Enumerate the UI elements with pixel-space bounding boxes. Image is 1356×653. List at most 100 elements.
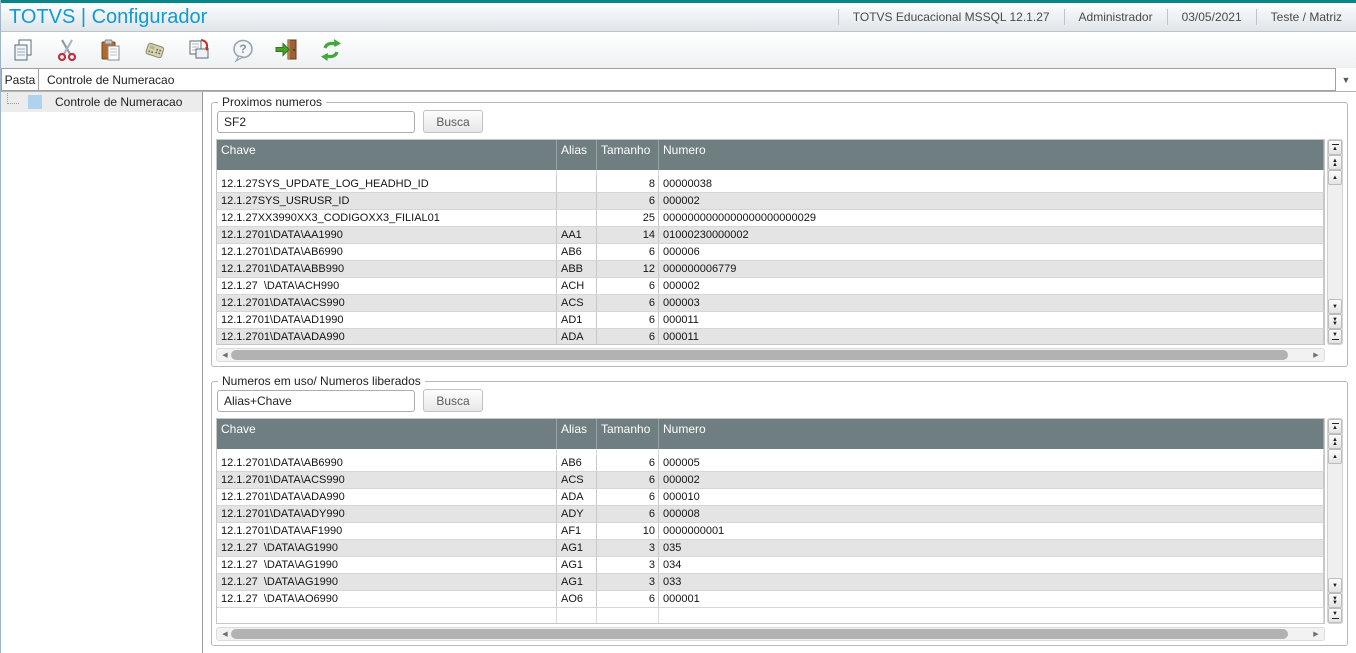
table-row[interactable]: 12.1.2701\DATA\AA1990 AA1 14 01000230000002 bbox=[217, 227, 1324, 244]
column-header-chave[interactable]: Chave bbox=[217, 140, 557, 170]
search-input[interactable] bbox=[217, 110, 415, 133]
scroll-to-bottom-button[interactable]: ▼ bbox=[1328, 329, 1342, 344]
scroll-page-up-button[interactable]: ▲ ▲ bbox=[1328, 434, 1342, 449]
scroll-page-down-button[interactable]: ▼ ▼ bbox=[1328, 593, 1342, 608]
table-row[interactable]: 12.1.2701\DATA\ADY990 ADY 6 000008 bbox=[217, 506, 1324, 523]
table-row[interactable]: 12.1.2701\DATA\AD1990 AD1 6 000011 bbox=[217, 312, 1324, 329]
cell-alias: ABB bbox=[557, 261, 597, 277]
cell-tamanho: 6 bbox=[597, 591, 659, 607]
arrow-up-icon: ▲ bbox=[1332, 425, 1338, 431]
scroll-page-down-button[interactable]: ▼ ▼ bbox=[1328, 314, 1342, 329]
vertical-scrollbar[interactable]: ▲ ▲ ▲ ▲ ▼ ▼ ▼ ▼ bbox=[1327, 418, 1343, 624]
vertical-scrollbar[interactable]: ▲ ▲ ▲ ▲ ▼ ▼ ▼ ▼ bbox=[1327, 139, 1343, 345]
exit-button[interactable] bbox=[273, 35, 301, 65]
hscroll-thumb[interactable] bbox=[231, 629, 1289, 639]
calculator-button[interactable] bbox=[141, 35, 169, 65]
hscroll-track[interactable] bbox=[231, 629, 1310, 639]
hscroll-thumb[interactable] bbox=[231, 350, 1289, 360]
table-row[interactable]: 12.1.2701\DATA\ACS990 ACS 6 000002 bbox=[217, 472, 1324, 489]
refresh-icon bbox=[321, 39, 341, 61]
cell-alias: AD1 bbox=[557, 312, 597, 328]
cut-icon bbox=[57, 39, 77, 62]
table-row[interactable]: 12.1.2701\DATA\AF1990 AF1 10 0000000001 bbox=[217, 523, 1324, 540]
print-copies-button[interactable] bbox=[185, 35, 213, 65]
arrow-left-icon[interactable]: ◀ bbox=[219, 351, 231, 359]
search-input[interactable] bbox=[217, 389, 415, 412]
cut-button[interactable] bbox=[53, 35, 81, 65]
busca-button[interactable]: Busca bbox=[423, 389, 483, 412]
search-row: Busca bbox=[217, 389, 1343, 412]
cell-chave: 12.1.2701\DATA\AA1990 bbox=[217, 227, 557, 243]
scroll-up-button[interactable]: ▲ bbox=[1328, 170, 1342, 185]
table-row[interactable]: 12.1.27 \DATA\AG1990 AG1 3 035 bbox=[217, 540, 1324, 557]
tab-pasta[interactable]: Pasta bbox=[1, 68, 39, 91]
cell-alias: AG1 bbox=[557, 574, 597, 590]
scroll-track[interactable] bbox=[1328, 464, 1342, 578]
svg-text:?: ? bbox=[239, 42, 246, 56]
help-button[interactable]: ? bbox=[229, 35, 257, 65]
cell-alias: ADA bbox=[557, 329, 597, 344]
cell-tamanho: 3 bbox=[597, 574, 659, 590]
column-header-tamanho[interactable]: Tamanho bbox=[597, 419, 659, 449]
table-row[interactable]: 12.1.2701\DATA\ADA990 ADA 6 000011 bbox=[217, 329, 1324, 344]
horizontal-scrollbar[interactable]: ◀ ▶ bbox=[216, 348, 1325, 362]
column-header-alias[interactable]: Alias bbox=[557, 419, 597, 449]
scroll-up-button[interactable]: ▲ bbox=[1328, 449, 1342, 464]
cell-chave: 12.1.27 \DATA\ACH990 bbox=[217, 278, 557, 294]
copy-button[interactable] bbox=[9, 35, 37, 65]
date-label: 03/05/2021 bbox=[1166, 8, 1256, 26]
grid-body: 12.1.2701\DATA\AB6990 AB6 6 000005 12.1.2701… bbox=[217, 455, 1324, 608]
scroll-to-bottom-button[interactable]: ▼ bbox=[1328, 608, 1342, 623]
cell-numero: 033 bbox=[659, 574, 1324, 590]
cell-numero: 0000000001 bbox=[659, 523, 1324, 539]
cell-alias: ADY bbox=[557, 506, 597, 522]
table-row[interactable]: 12.1.2701\DATA\ADA990 ADA 6 000010 bbox=[217, 489, 1324, 506]
table-row[interactable]: 12.1.27 \DATA\AO6990 AO6 6 000001 bbox=[217, 591, 1324, 608]
table-row[interactable]: 12.1.2701\DATA\ABB990 ABB 12 000000006779 bbox=[217, 261, 1324, 278]
scroll-down-button[interactable]: ▼ bbox=[1328, 578, 1342, 593]
scroll-track[interactable] bbox=[1328, 185, 1342, 299]
arrow-right-icon[interactable]: ▶ bbox=[1310, 630, 1322, 638]
scroll-to-top-button[interactable]: ▲ bbox=[1328, 419, 1342, 434]
table-row[interactable]: 12.1.27 \DATA\AG1990 AG1 3 034 bbox=[217, 557, 1324, 574]
column-header-tamanho[interactable]: Tamanho bbox=[597, 140, 659, 170]
chevron-down-icon[interactable]: ▼ bbox=[1336, 68, 1356, 91]
grid-body: 12.1.27SYS_UPDATE_LOG_HEADHD_ID 8 00000038… bbox=[217, 176, 1324, 344]
busca-button[interactable]: Busca bbox=[423, 110, 483, 133]
app-window: TOTVS | Configurador TOTVS Educacional M… bbox=[0, 0, 1356, 653]
table-row[interactable]: 12.1.27SYS_USRUSR_ID 6 000002 bbox=[217, 193, 1324, 210]
table-row[interactable]: 12.1.2701\DATA\AB6990 AB6 6 000006 bbox=[217, 244, 1324, 261]
cell-chave: 12.1.2701\DATA\ABB990 bbox=[217, 261, 557, 277]
content-area: Controle de Numeracao Proximos numeros B… bbox=[1, 92, 1356, 653]
scroll-page-up-button[interactable]: ▲ ▲ bbox=[1328, 155, 1342, 170]
table-row[interactable]: 12.1.2701\DATA\AB6990 AB6 6 000005 bbox=[217, 455, 1324, 472]
scroll-to-top-button[interactable]: ▲ bbox=[1328, 140, 1342, 155]
arrow-left-icon[interactable]: ◀ bbox=[219, 630, 231, 638]
cell-numero: 000002 bbox=[659, 472, 1324, 488]
panel-legend: Proximos numeros bbox=[222, 95, 323, 109]
folder-combo[interactable]: Controle de Numeracao bbox=[38, 68, 1336, 91]
tree-node-icon bbox=[28, 95, 42, 109]
column-header-alias[interactable]: Alias bbox=[557, 140, 597, 170]
tree-item-controle-de-numeracao[interactable]: Controle de Numeracao bbox=[1, 92, 202, 112]
scroll-down-button[interactable]: ▼ bbox=[1328, 299, 1342, 314]
cell-alias: AG1 bbox=[557, 557, 597, 573]
column-header-chave[interactable]: Chave bbox=[217, 419, 557, 449]
column-header-numero[interactable]: Numero bbox=[659, 419, 1324, 449]
cell-alias bbox=[557, 176, 597, 192]
table-row[interactable]: 12.1.27SYS_UPDATE_LOG_HEADHD_ID 8 00000038 bbox=[217, 176, 1324, 193]
arrow-right-icon[interactable]: ▶ bbox=[1310, 351, 1322, 359]
hscroll-track[interactable] bbox=[231, 350, 1310, 360]
table-row[interactable]: 12.1.27 \DATA\AG1990 AG1 3 033 bbox=[217, 574, 1324, 591]
cell-chave: 12.1.27 \DATA\AG1990 bbox=[217, 557, 557, 573]
calculator-icon bbox=[145, 42, 165, 59]
horizontal-scrollbar[interactable]: ◀ ▶ bbox=[216, 627, 1325, 641]
paste-button[interactable] bbox=[97, 35, 125, 65]
refresh-button[interactable] bbox=[317, 35, 345, 65]
column-header-numero[interactable]: Numero bbox=[659, 140, 1324, 170]
panel-proximos-numeros: Proximos numeros Busca Chave Alias Taman… bbox=[211, 95, 1348, 367]
table-row[interactable]: 12.1.27 \DATA\ACH990 ACH 6 000002 bbox=[217, 278, 1324, 295]
table-row[interactable]: 12.1.27XX3990XX3_CODIGOXX3_FILIAL01 25 000… bbox=[217, 210, 1324, 227]
cell-numero: 00000038 bbox=[659, 176, 1324, 192]
table-row[interactable]: 12.1.2701\DATA\ACS990 ACS 6 000003 bbox=[217, 295, 1324, 312]
